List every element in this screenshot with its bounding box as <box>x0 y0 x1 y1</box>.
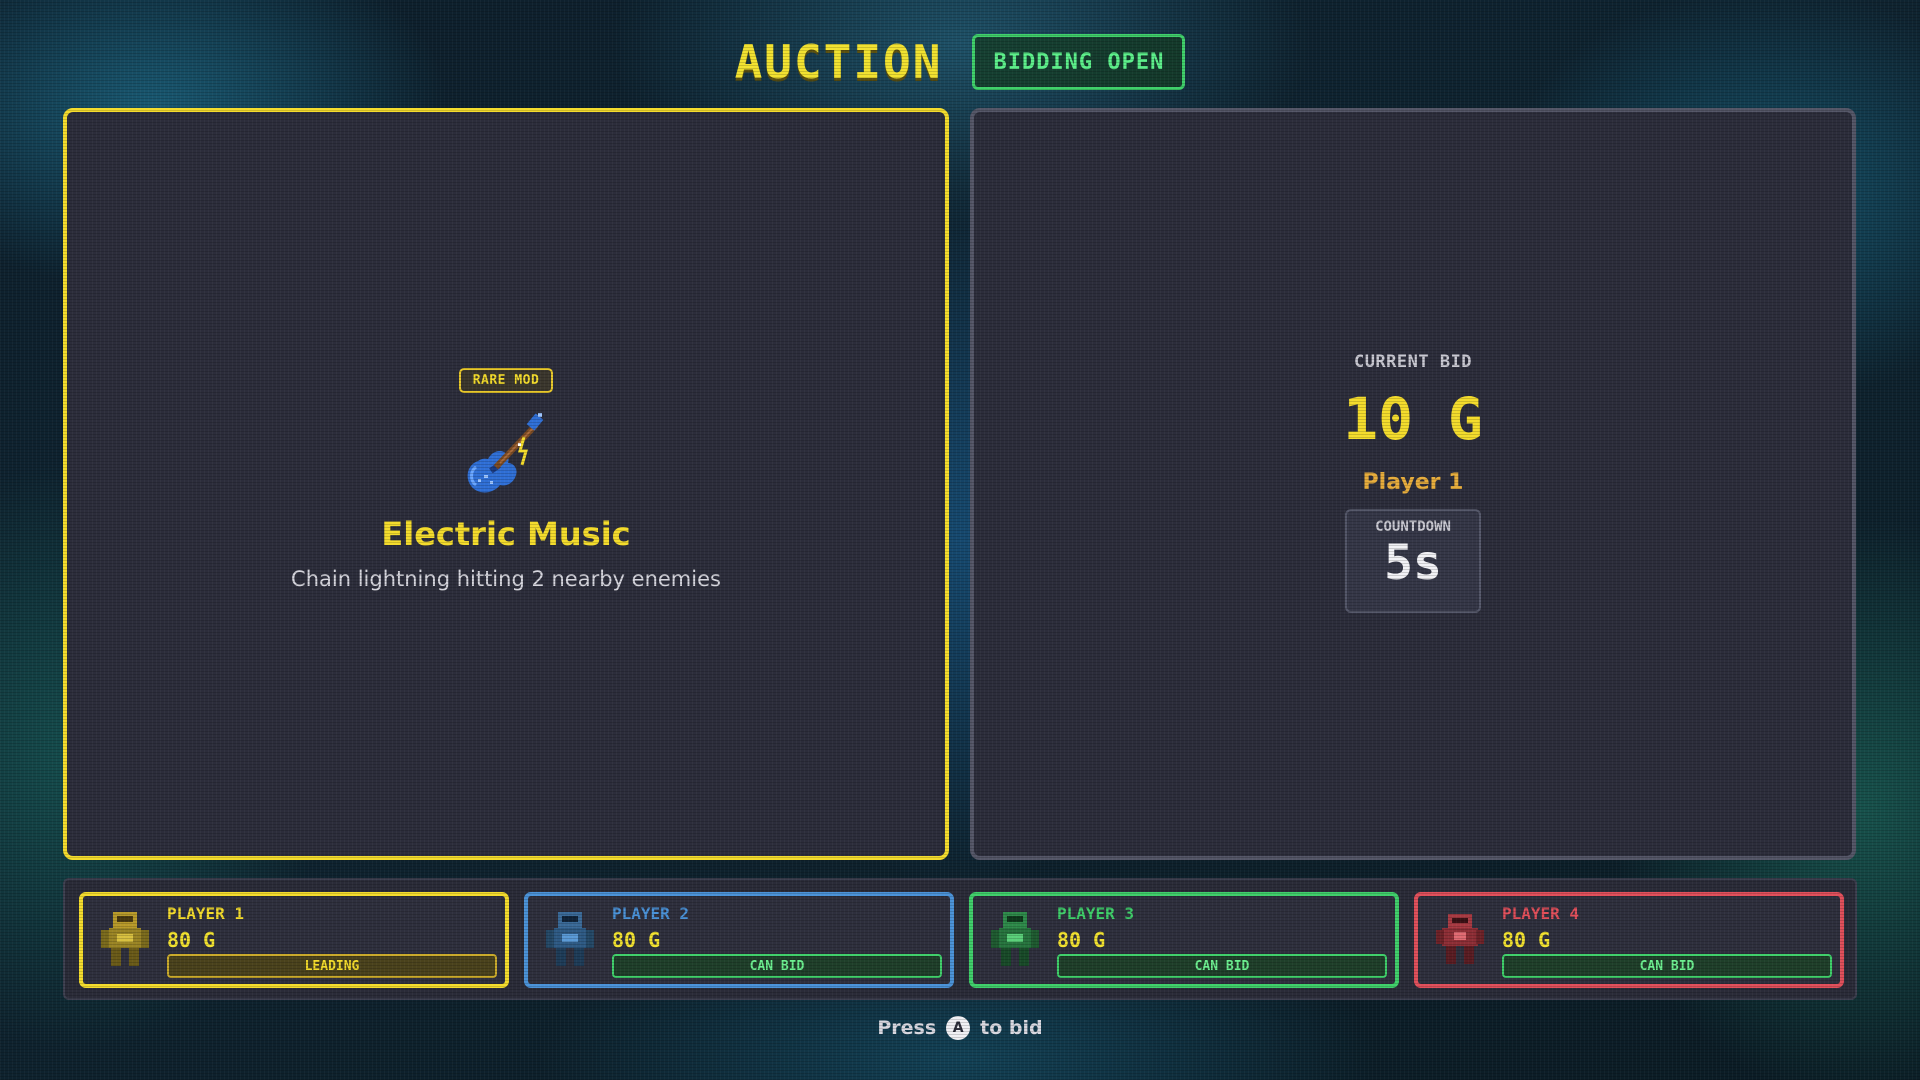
player-name: PLAYER 4 <box>1502 904 1580 923</box>
player-name: PLAYER 1 <box>167 904 245 923</box>
player-card-2: PLAYER 2 80 G CAN BID <box>524 892 954 988</box>
player-status-badge: CAN BID <box>612 954 942 978</box>
bid-prompt: Press A to bid <box>0 1016 1920 1040</box>
prompt-press-text: Press <box>877 1017 937 1039</box>
item-panel: RARE MOD Electric Music Chain lightning … <box>63 108 949 860</box>
player-status-badge: CAN BID <box>1502 954 1832 978</box>
bid-leader-name: Player 1 <box>1362 470 1464 495</box>
player-card-4: PLAYER 4 80 G CAN BID <box>1414 892 1844 988</box>
red-mech-avatar <box>1436 914 1484 964</box>
bid-panel: CURRENT BID 10 G Player 1 COUNTDOWN 5s <box>970 108 1856 860</box>
players-bar: PLAYER 1 80 G LEADING PLAYER 2 80 G CAN … <box>63 878 1857 1000</box>
player-status-badge: LEADING <box>167 954 497 978</box>
player-name: PLAYER 2 <box>612 904 690 923</box>
player-name: PLAYER 3 <box>1057 904 1135 923</box>
item-description: Chain lightning hitting 2 nearby enemies <box>291 567 721 591</box>
player-card-3: PLAYER 3 80 G CAN BID <box>969 892 1399 988</box>
player-card-1: PLAYER 1 80 G LEADING <box>79 892 509 988</box>
auction-header: AUCTION BIDDING OPEN <box>0 32 1920 92</box>
player-gold: 80 G <box>167 928 216 952</box>
a-button-icon[interactable]: A <box>946 1016 971 1040</box>
current-bid-amount: 10 G <box>1343 385 1483 453</box>
electric-guitar-icon <box>467 413 544 493</box>
bid-details: CURRENT BID 10 G Player 1 COUNTDOWN 5s <box>974 352 1852 613</box>
player-status-badge: CAN BID <box>1057 954 1387 978</box>
prompt-action-text: to bid <box>980 1017 1043 1039</box>
item-name: Electric Music <box>381 515 631 553</box>
bidding-status-badge: BIDDING OPEN <box>972 34 1186 90</box>
player-gold: 80 G <box>612 928 661 952</box>
yellow-mech-avatar <box>101 912 149 966</box>
auction-title: AUCTION <box>734 35 943 89</box>
rarity-badge: RARE MOD <box>458 368 554 393</box>
player-gold: 80 G <box>1057 928 1106 952</box>
current-bid-label: CURRENT BID <box>1353 352 1473 372</box>
item-details: RARE MOD Electric Music Chain lightning … <box>67 368 945 591</box>
countdown-label: COUNTDOWN <box>1375 519 1451 535</box>
player-gold: 80 G <box>1502 928 1551 952</box>
blue-mech-avatar <box>546 912 594 966</box>
countdown-box: COUNTDOWN 5s <box>1345 509 1481 613</box>
green-mech-avatar <box>991 912 1039 966</box>
countdown-value: 5s <box>1384 535 1442 591</box>
